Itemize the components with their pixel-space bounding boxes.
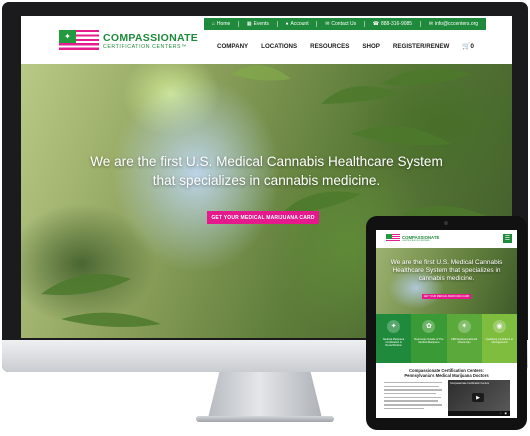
mobile-hero: We are the first U.S. Medical Cannabis H…: [376, 248, 517, 314]
play-icon[interactable]: ▶: [472, 393, 484, 402]
cart-button[interactable]: 🛒0: [462, 42, 474, 50]
util-contact-link[interactable]: ✉ Contact Us: [325, 21, 356, 27]
divider: [363, 21, 365, 27]
imac-foot: [196, 416, 334, 422]
phone-icon: ☎: [372, 21, 379, 27]
flag-logo-icon: [386, 234, 400, 242]
camera-icon: [444, 221, 448, 225]
hero-heading: We are the first U.S. Medical Cannabis H…: [90, 154, 443, 188]
envelope-icon: ✉: [428, 21, 433, 27]
util-account-link[interactable]: ● Account: [285, 21, 308, 27]
tablet-frame: COMPASSIONATE CERTIFICATION CENTERS ☰ We…: [366, 216, 527, 430]
logo-title: COMPASSIONATE: [103, 32, 199, 44]
get-card-button[interactable]: GET YOUR MEDICAL MARIJUANA CARD: [207, 211, 319, 224]
util-events-link[interactable]: ▦ Events: [247, 21, 269, 27]
fullscreen-icon[interactable]: ▣: [505, 412, 507, 415]
site-logo[interactable]: ✦ COMPASSIONATE CERTIFICATION CENTERS™: [59, 30, 198, 52]
user-icon: ●: [285, 21, 289, 27]
tile-certification[interactable]: ✦ Medical Marijuana Certification & Rece…: [376, 314, 412, 363]
camera-icon: ◉: [492, 320, 506, 333]
dna-icon: ✶: [457, 320, 471, 333]
nav-register-renew[interactable]: REGISTER/RENEW: [393, 43, 449, 50]
nav-shop[interactable]: SHOP: [362, 43, 380, 50]
utility-bar: ⌂ Home ▦ Events ● Account ✉ Contact Us ☎ 888-…: [204, 18, 486, 30]
tile-cbd[interactable]: ✶ CBD Endocannabinoid Check-Ups: [446, 314, 482, 363]
divider: [316, 21, 318, 27]
cannabis-leaf-icon: ✦: [59, 30, 76, 43]
mobile-logo[interactable]: COMPASSIONATE CERTIFICATION CENTERS: [386, 234, 439, 242]
volume-icon[interactable]: ♪: [500, 412, 501, 415]
mobile-header: COMPASSIONATE CERTIFICATION CENTERS ☰: [376, 230, 517, 248]
util-home-link[interactable]: ⌂ Home: [212, 21, 230, 27]
hamburger-menu-icon[interactable]: ☰: [503, 234, 512, 243]
divider: [276, 21, 278, 27]
leaf-icon: ✿: [422, 320, 436, 333]
util-email-link[interactable]: ✉ info@cccenters.org: [429, 21, 478, 27]
video-player[interactable]: Compassionate Certification Centers ▶ ♪ …: [448, 380, 510, 416]
service-tiles: ✦ Medical Marijuana Certification & Rece…: [376, 314, 517, 363]
video-controls: ♪ ▣: [448, 411, 510, 416]
calendar-icon: ▦: [246, 21, 252, 27]
util-phone-link[interactable]: ☎ 888-316-9085: [373, 21, 412, 27]
logo-subtitle: CERTIFICATION CENTERS™: [103, 44, 187, 50]
body-text-placeholder: [384, 382, 444, 412]
nav-company[interactable]: COMPANY: [217, 43, 248, 50]
chat-icon: ✉: [325, 21, 330, 27]
tile-real-help[interactable]: ✿ Real Help Outside of The Medical Marij…: [411, 314, 447, 363]
divider: [238, 21, 240, 27]
tile-conditions[interactable]: ◉ Qualifying Conditions to Get Approved: [481, 314, 517, 363]
video-title: Compassionate Certification Centers: [450, 382, 489, 385]
flag-logo-icon: ✦: [59, 30, 99, 52]
device-mockup: ⌂ Home ▦ Events ● Account ✉ Contact Us ☎ 888-…: [0, 0, 530, 436]
cannabis-leaf-icon: ✦: [387, 320, 401, 333]
home-icon: ⌂: [211, 21, 215, 27]
mobile-hero-heading: We are the first U.S. Medical Cannabis H…: [390, 259, 503, 282]
nav-locations[interactable]: LOCATIONS: [261, 43, 297, 50]
nav-resources[interactable]: RESOURCES: [310, 43, 349, 50]
section-heading: Compassionate Certification Centers: Pen…: [404, 368, 489, 379]
main-nav: COMPANY LOCATIONS RESOURCES SHOP REGISTE…: [217, 42, 474, 51]
cart-count: 0: [470, 43, 475, 50]
mobile-get-card-button[interactable]: GET YOUR MEDICAL MARIJUANA CARD: [422, 294, 471, 299]
divider: [419, 21, 421, 27]
tablet-screen: COMPASSIONATE CERTIFICATION CENTERS ☰ We…: [376, 230, 517, 418]
imac-stand: [208, 372, 322, 418]
